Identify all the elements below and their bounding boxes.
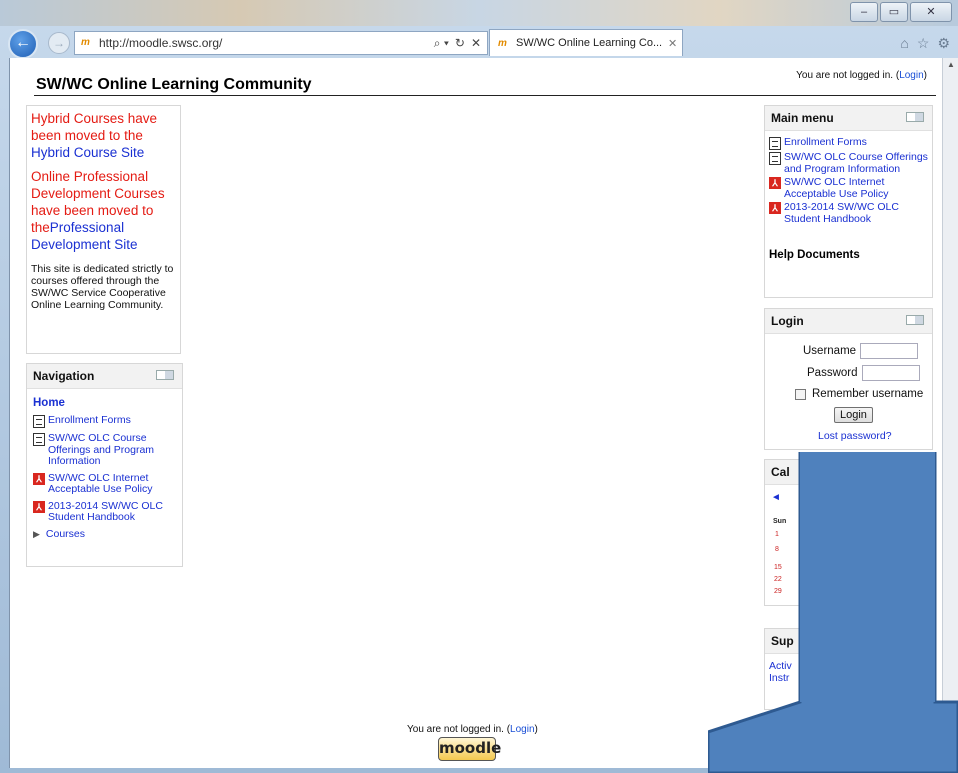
refresh-icon[interactable]: ↻ [455, 36, 465, 51]
pdf-icon: ⅄ [33, 472, 45, 485]
tab-title: SW/WC Online Learning Co... [516, 37, 663, 49]
announcement-block: Hybrid Courses have been moved to the Hy… [26, 105, 181, 354]
hybrid-notice: Hybrid Courses have been moved to the Hy… [31, 111, 158, 160]
nav-item-courses[interactable]: ▶ Courses [33, 528, 176, 541]
moodle-favicon-icon: m [498, 37, 507, 49]
menu-item-acceptable-use[interactable]: ⅄ SW/WC OLC Internet Acceptable Use Poli… [769, 176, 928, 200]
password-input[interactable] [861, 365, 920, 381]
nav-home[interactable]: Home [33, 397, 176, 409]
forward-button[interactable]: → [48, 32, 70, 54]
tab-close-icon[interactable]: ✕ [668, 37, 682, 50]
help-documents-heading: Help Documents [769, 249, 860, 261]
header-divider [34, 95, 936, 96]
menu-item-student-handbook[interactable]: ⅄ 2013-2014 SW/WC OLC Student Handbook [769, 201, 928, 225]
lost-password-link[interactable]: Lost password? [818, 430, 892, 442]
login-button[interactable]: Login [834, 407, 873, 423]
scroll-up-icon[interactable]: ▲ [947, 60, 955, 69]
moodle-favicon-icon: m [81, 37, 90, 48]
maximize-button[interactable]: ▭ [880, 2, 908, 22]
collapse-icon[interactable] [156, 370, 174, 380]
gear-icon[interactable]: ⚙ [937, 35, 950, 52]
menu-item-course-offerings[interactable]: SW/WC OLC Course Offerings and Program I… [769, 151, 928, 175]
login-info-top: You are not logged in. (Login) [796, 70, 927, 81]
login-block: Login Username Password Remember usernam… [764, 308, 933, 450]
login-header: Login [765, 309, 932, 334]
document-icon [769, 137, 781, 150]
collapse-icon[interactable] [906, 315, 924, 325]
remember-username-checkbox[interactable] [795, 388, 806, 400]
browser-toolbar: ← → m http://moodle.swsc.org/ ⌕ ▾ ↻ ✕ m … [0, 26, 958, 59]
star-icon[interactable]: ☆ [917, 35, 930, 52]
password-label: Password [807, 367, 858, 379]
url-text[interactable]: http://moodle.swsc.org/ [99, 36, 434, 50]
browser-tab[interactable]: m SW/WC Online Learning Co... ✕ [489, 29, 683, 56]
collapse-icon[interactable] [906, 112, 924, 122]
document-icon [33, 415, 45, 428]
main-menu-header: Main menu [765, 106, 932, 131]
close-window-button[interactable]: ✕ [910, 2, 952, 22]
moodle-logo[interactable]: moodle [438, 737, 501, 761]
home-icon[interactable]: ⌂ [900, 35, 908, 52]
footer-login-info: You are not logged in. (Login) [407, 724, 538, 735]
stop-icon[interactable]: ✕ [471, 36, 481, 51]
login-link-top[interactable]: Login [899, 70, 923, 81]
minimize-button[interactable]: – [850, 2, 878, 22]
page-title: SW/WC Online Learning Community [36, 76, 312, 93]
navigation-block: Navigation Home Enrollment Forms SW/WC O… [26, 363, 183, 567]
pd-notice: Online Professional Development Courses … [31, 169, 165, 252]
nav-item-enrollment-forms[interactable]: Enrollment Forms [33, 414, 176, 428]
document-icon [33, 433, 45, 446]
menu-item-enrollment-forms[interactable]: Enrollment Forms [769, 136, 928, 150]
search-dropdown-icon[interactable]: ⌕ ▾ [434, 36, 449, 51]
remember-username-label: Remember username [812, 388, 924, 400]
main-menu-block: Main menu Enrollment Forms SW/WC OLC Cou… [764, 105, 933, 298]
pdf-icon: ⅄ [33, 500, 45, 513]
username-label: Username [803, 345, 857, 357]
nav-item-acceptable-use[interactable]: ⅄ SW/WC OLC Internet Acceptable Use Poli… [33, 472, 176, 496]
username-input[interactable] [860, 343, 919, 359]
login-link-footer[interactable]: Login [510, 724, 534, 735]
navigation-header: Navigation [27, 364, 182, 389]
pdf-icon: ⅄ [769, 177, 781, 189]
nav-item-student-handbook[interactable]: ⅄ 2013-2014 SW/WC OLC Student Handbook [33, 500, 176, 524]
nav-item-course-offerings[interactable]: SW/WC OLC Course Offerings and Program I… [33, 432, 176, 468]
hybrid-course-site-link[interactable]: Hybrid Course Site [31, 145, 144, 160]
address-bar[interactable]: m http://moodle.swsc.org/ ⌕ ▾ ↻ ✕ [74, 31, 488, 55]
pdf-icon: ⅄ [769, 202, 781, 214]
expand-arrow-icon: ▶ [33, 528, 40, 539]
back-button[interactable]: ← [8, 29, 38, 59]
down-arrow-annotation [708, 452, 958, 773]
title-bar: – ▭ ✕ [0, 0, 958, 26]
document-icon [769, 152, 781, 165]
site-description: This site is dedicated strictly to cours… [31, 263, 174, 311]
